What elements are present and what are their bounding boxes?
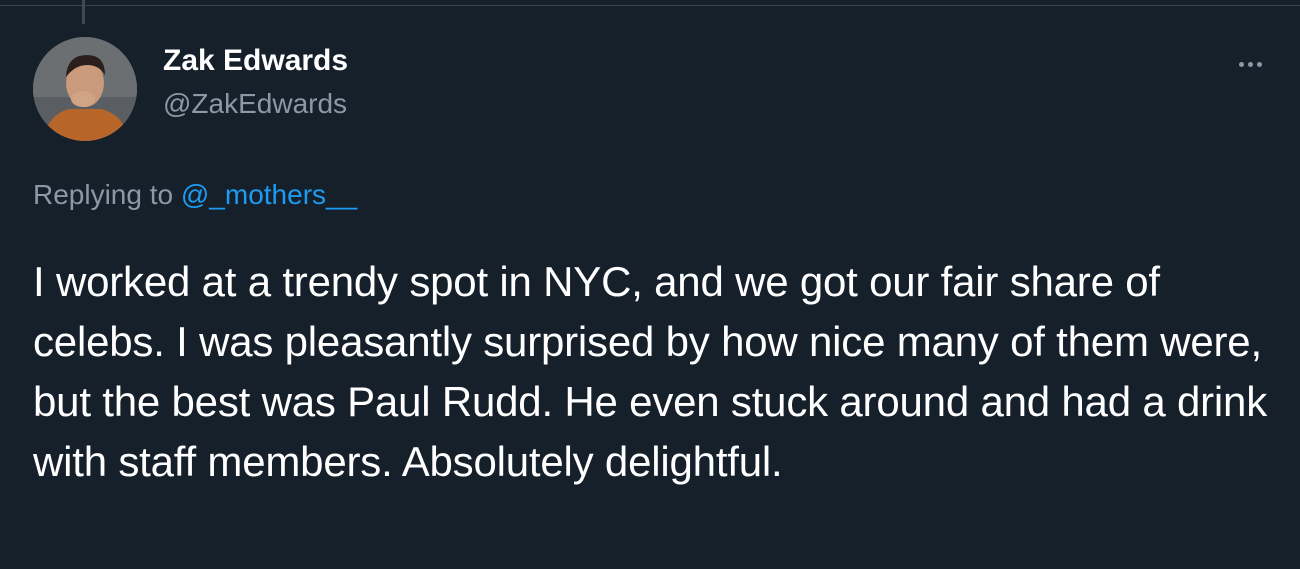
dot (1256, 61, 1262, 67)
reply-to-handle-link[interactable]: @_mothers__ (181, 179, 357, 210)
author-name[interactable]: Zak Edwards (163, 44, 348, 78)
avatar[interactable] (33, 37, 137, 141)
more-horizontal-icon[interactable] (1230, 52, 1270, 76)
replying-to-label: Replying to (33, 179, 174, 210)
dot (1238, 61, 1244, 67)
author-handle[interactable]: @ZakEdwards (163, 88, 347, 120)
replying-to-line: Replying to @_mothers__ (33, 179, 357, 211)
tweet-text: I worked at a trendy spot in NYC, and we… (33, 258, 1267, 485)
thread-connector-line (82, 0, 85, 24)
top-divider (0, 0, 1300, 6)
dot (1247, 61, 1253, 67)
